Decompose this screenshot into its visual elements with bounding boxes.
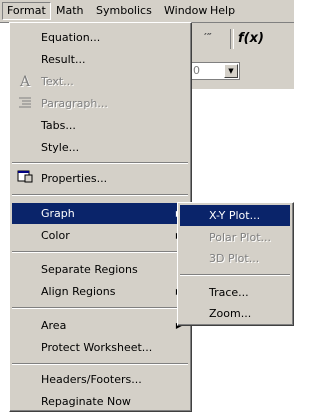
paragraph-icon xyxy=(16,94,34,115)
properties-icon xyxy=(16,169,34,190)
menu-item-paragraph[interactable]: Paragraph... xyxy=(12,93,188,114)
menu-item-separate-regions[interactable]: Separate Regions xyxy=(12,259,188,280)
menu-item-align-regions[interactable]: Align Regions▶ xyxy=(12,281,188,302)
menu-item-tabs[interactable]: Tabs... xyxy=(12,115,188,136)
menu-separator xyxy=(12,251,188,253)
menu-help[interactable]: Help xyxy=(206,3,239,19)
format-menu: Equation... Result... A Text... Paragrap… xyxy=(9,22,192,412)
menu-window[interactable]: Window xyxy=(160,3,211,19)
menu-item-equation[interactable]: Equation... xyxy=(12,27,188,48)
prime-icon[interactable]: ′″ xyxy=(204,31,212,44)
menu-math[interactable]: Math xyxy=(52,3,88,19)
menu-item-repaginate-now[interactable]: Repaginate Now xyxy=(12,391,188,412)
chevron-down-icon[interactable]: ▼ xyxy=(224,64,238,78)
menu-item-area[interactable]: Area▶ xyxy=(12,315,188,336)
menu-item-result[interactable]: Result... xyxy=(12,49,188,70)
submenu-item-polar-plot[interactable]: Polar Plot... xyxy=(180,227,290,248)
menu-symbolics[interactable]: Symbolics xyxy=(92,3,156,19)
function-icon[interactable]: f(x) xyxy=(238,31,264,46)
menu-item-text[interactable]: A Text... xyxy=(12,71,188,92)
submenu-item-zoom[interactable]: Zoom... xyxy=(180,303,290,324)
menu-format[interactable]: Format xyxy=(2,2,51,20)
menu-item-protect-worksheet[interactable]: Protect Worksheet... xyxy=(12,337,188,358)
menu-item-color[interactable]: Color▶ xyxy=(12,225,188,246)
submenu-item-xy-plot[interactable]: X-Y Plot... xyxy=(180,205,290,226)
menu-item-graph[interactable]: Graph▶ xyxy=(12,203,188,224)
menu-separator xyxy=(12,162,188,164)
menu-separator xyxy=(12,363,188,365)
menu-separator xyxy=(180,274,290,276)
graph-submenu: X-Y Plot... Polar Plot... 3D Plot... Tra… xyxy=(177,202,294,326)
menu-item-headers-footers[interactable]: Headers/Footers... xyxy=(12,369,188,390)
menu-bar: Format Math Symbolics Window Help xyxy=(0,0,294,23)
menu-separator xyxy=(12,307,188,309)
menu-item-style[interactable]: Style... xyxy=(12,137,188,158)
toolbar-separator xyxy=(230,29,234,49)
submenu-item-3d-plot[interactable]: 3D Plot... xyxy=(180,248,290,269)
submenu-item-trace[interactable]: Trace... xyxy=(180,282,290,303)
menu-item-properties[interactable]: Properties... xyxy=(12,168,188,189)
text-A-icon: A xyxy=(19,74,31,90)
menu-separator xyxy=(12,194,188,196)
